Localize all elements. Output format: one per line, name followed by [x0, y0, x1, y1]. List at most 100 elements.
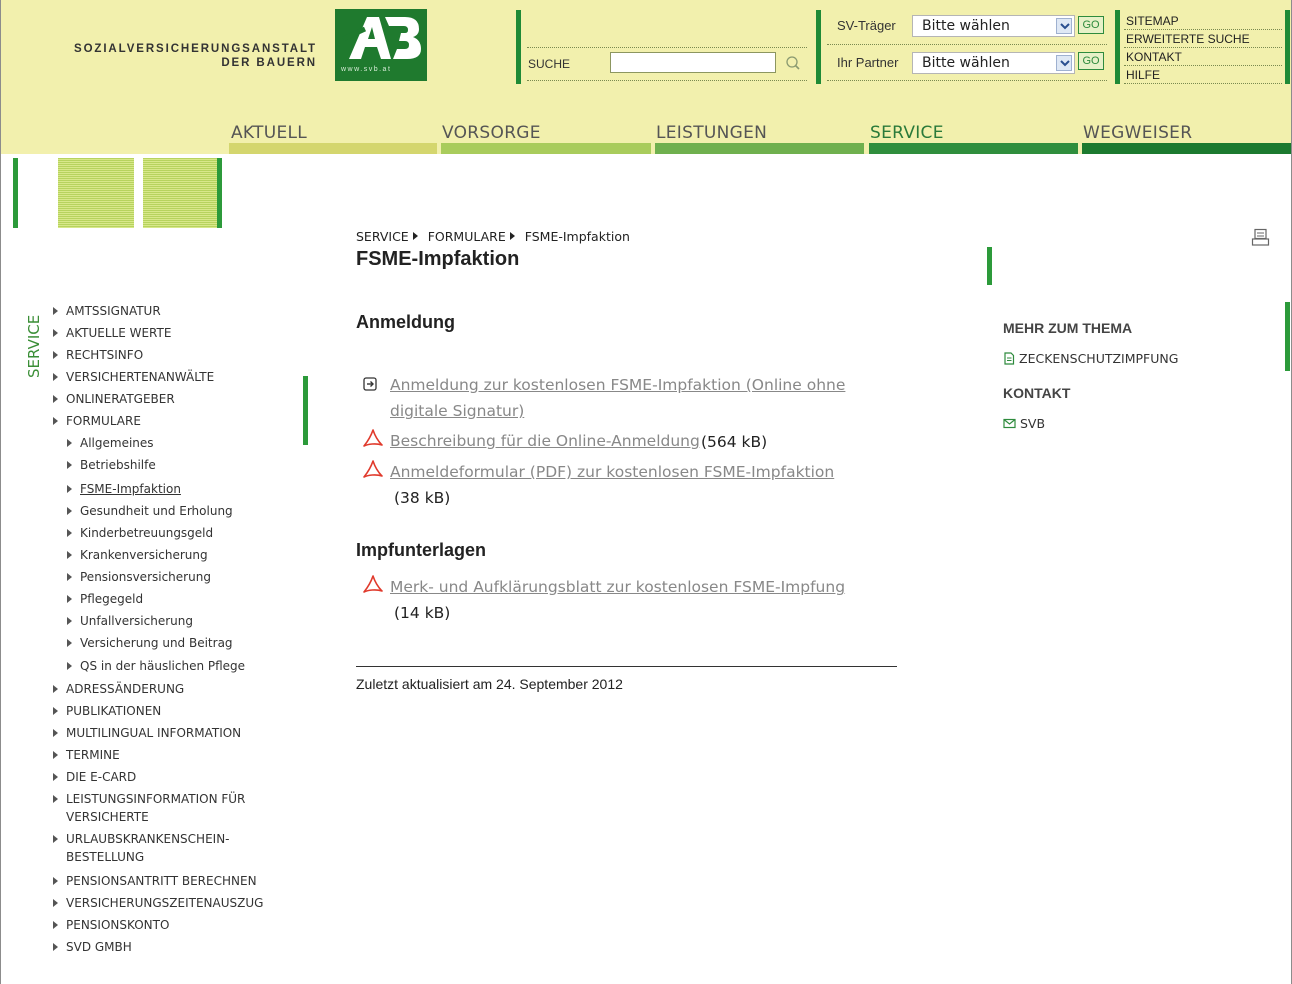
divider-bar: [1115, 10, 1120, 84]
triangle-right-icon: [67, 529, 72, 537]
link-merkblatt[interactable]: Merk- und Aufklärungsblatt zur kostenlos…: [390, 574, 845, 600]
sidebar-item-label: PUBLIKATIONEN: [66, 704, 162, 718]
nav-service[interactable]: SERVICE: [869, 123, 1078, 154]
sidebar-item-publikationen[interactable]: PUBLIKATIONEN: [53, 702, 161, 720]
sv-traeger-value: Bitte wählen: [922, 18, 1010, 34]
nav-leistungen[interactable]: LEISTUNGEN: [655, 123, 864, 154]
link-online-anmeldung[interactable]: Anmeldung zur kostenlosen FSME-Impfaktio…: [390, 372, 845, 424]
triangle-right-icon: [53, 395, 58, 403]
link-zeckenschutzimpfung[interactable]: ZECKENSCHUTZIMPFUNG: [1003, 351, 1178, 366]
triangle-right-icon: [67, 595, 72, 603]
sidebar-item-onlineratgeber[interactable]: ONLINERATGEBER: [53, 390, 175, 408]
logo-mark-icon: [341, 17, 421, 59]
nav-bar: [655, 143, 864, 154]
search-input[interactable]: [610, 52, 776, 73]
triangle-right-icon: [53, 307, 58, 315]
header: SOZIALVERSICHERUNGSANSTALT DER BAUERN ww…: [1, 0, 1291, 154]
breadcrumb-formulare[interactable]: FORMULARE: [428, 229, 506, 244]
triangle-right-icon: [53, 729, 58, 737]
advanced-search-link[interactable]: ERWEITERTE SUCHE: [1126, 32, 1250, 46]
sidebar-subitem-versicherung-beitrag[interactable]: Versicherung und Beitrag: [67, 634, 233, 652]
contact-link[interactable]: KONTAKT: [1126, 50, 1182, 64]
triangle-right-icon: [53, 329, 58, 337]
sidebar-item-amtssignatur[interactable]: AMTSSIGNATUR: [53, 302, 161, 320]
nav-leistungen-label: LEISTUNGEN: [656, 123, 768, 143]
sidebar-item-leistungsinformation[interactable]: LEISTUNGSINFORMATION FÜR VERSICHERTE: [53, 790, 245, 826]
triangle-right-icon: [53, 899, 58, 907]
sitemap-link[interactable]: SITEMAP: [1126, 14, 1179, 28]
sidebar-item-termine[interactable]: TERMINE: [53, 746, 120, 764]
triangle-right-icon: [67, 551, 72, 559]
sv-traeger-select[interactable]: Bitte wählen: [912, 15, 1075, 37]
triangle-right-icon: [53, 417, 58, 425]
sv-traeger-label: SV-Träger: [837, 18, 896, 33]
dotted-rule: [827, 44, 1107, 45]
sidebar-subitem-kinderbetreuungsgeld[interactable]: Kinderbetreuungsgeld: [67, 524, 213, 542]
sidebar-item-pensionskonto[interactable]: PENSIONSKONTO: [53, 916, 169, 934]
print-icon[interactable]: [1251, 228, 1271, 248]
triangle-right-icon: [67, 573, 72, 581]
sidebar-subitem-qs-pflege[interactable]: QS in der häuslichen Pflege: [67, 657, 245, 675]
link-beschreibung[interactable]: Beschreibung für die Online-Anmeldung: [390, 428, 700, 454]
triangle-right-icon: [53, 373, 58, 381]
go-button-sv-traeger[interactable]: GO: [1078, 16, 1104, 34]
sidebar-item-versichertenanwaelte[interactable]: VERSICHERTENANWÄLTE: [53, 368, 214, 386]
sidebar-subitem-betriebshilfe[interactable]: Betriebshilfe: [67, 456, 156, 474]
go-button-partner[interactable]: GO: [1078, 52, 1104, 70]
sidebar-item-pensionsantritt[interactable]: PENSIONSANTRITT BERECHNEN: [53, 872, 257, 890]
sidebar-item-svd-gmbh[interactable]: SVD GMBH: [53, 938, 132, 956]
sidebar-item-label: ONLINERATGEBER: [66, 392, 175, 406]
svg-text:SERVICE: SERVICE: [25, 315, 43, 378]
link-svb[interactable]: SVB: [1003, 416, 1045, 431]
sidebar-item-e-card[interactable]: DIE E-CARD: [53, 768, 136, 786]
link-anmeldeformular[interactable]: Anmeldeformular (PDF) zur kostenlosen FS…: [390, 459, 834, 485]
decor-bar: [217, 158, 222, 228]
triangle-right-icon: [67, 639, 72, 647]
search-icon[interactable]: [782, 53, 804, 73]
sidebar-item-label-line2: BESTELLUNG: [66, 850, 145, 864]
org-name[interactable]: SOZIALVERSICHERUNGSANSTALT DER BAUERN: [1, 42, 317, 70]
nav-wegweiser[interactable]: WEGWEISER: [1082, 123, 1291, 154]
sidebar-item-label: LEISTUNGSINFORMATION FÜR: [66, 792, 246, 806]
sidebar-item-label: AKTUELLE WERTE: [66, 326, 172, 340]
org-name-line1: SOZIALVERSICHERUNGSANSTALT: [74, 43, 317, 55]
sidebar-subitem-krankenversicherung[interactable]: Krankenversicherung: [67, 546, 208, 564]
mail-icon: [1003, 418, 1016, 429]
sidebar-subitem-pflegegeld[interactable]: Pflegegeld: [67, 590, 143, 608]
nav-service-label: SERVICE: [870, 123, 944, 143]
sidebar-subitem-pensionsversicherung[interactable]: Pensionsversicherung: [67, 568, 211, 586]
sidebar-item-urlaubskrankenschein[interactable]: URLAUBSKRANKENSCHEIN- BESTELLUNG: [53, 830, 230, 866]
chevron-down-icon: [1056, 55, 1072, 71]
nav-aktuell[interactable]: AKTUELL: [229, 123, 437, 154]
triangle-right-icon: [53, 921, 58, 929]
partner-select[interactable]: Bitte wählen: [912, 52, 1075, 74]
nav-bar: [869, 143, 1078, 154]
breadcrumb-service[interactable]: SERVICE: [356, 229, 409, 244]
sidebar-item-multilingual[interactable]: MULTILINGUAL INFORMATION: [53, 724, 241, 742]
triangle-right-icon: [67, 485, 72, 493]
svb-logo[interactable]: www.svb.at: [335, 9, 427, 81]
sidebar-item-adressaenderung[interactable]: ADRESSÄNDERUNG: [53, 680, 184, 698]
nav-vorsorge[interactable]: VORSORGE: [441, 123, 651, 154]
nav-bar: [441, 143, 651, 154]
sidebar-subitem-label: Allgemeines: [80, 436, 154, 450]
content-accent-bar: [987, 247, 992, 285]
sidebar-subitem-gesundheit[interactable]: Gesundheit und Erholung: [67, 502, 233, 520]
sidebar-item-label-line2: VERSICHERTE: [66, 810, 149, 824]
sidebar-subitem-unfallversicherung[interactable]: Unfallversicherung: [67, 612, 193, 630]
sidebar-subitem-allgemeines[interactable]: Allgemeines: [67, 434, 154, 452]
sidebar-item-versicherungszeitenauszug[interactable]: VERSICHERUNGSZEITENAUSZUG: [53, 894, 263, 912]
sidebar-subitem-fsme-impfaktion[interactable]: FSME-Impfaktion: [67, 480, 181, 498]
triangle-right-icon: [53, 707, 58, 715]
file-size: (14 kB): [394, 604, 451, 622]
dotted-rule: [827, 80, 1107, 81]
help-link[interactable]: HILFE: [1126, 68, 1160, 82]
sidebar-accent-bar: [303, 376, 308, 445]
sidebar-item-label: MULTILINGUAL INFORMATION: [66, 726, 242, 740]
triangle-right-icon: [53, 685, 58, 693]
triangle-right-icon: [67, 461, 72, 469]
sidebar-item-formulare[interactable]: FORMULARE: [53, 412, 141, 430]
sidebar-item-rechtsinfo[interactable]: RECHTSINFO: [53, 346, 143, 364]
sidebar-subitem-label: Pensionsversicherung: [80, 570, 211, 584]
sidebar-item-aktuelle-werte[interactable]: AKTUELLE WERTE: [53, 324, 171, 342]
